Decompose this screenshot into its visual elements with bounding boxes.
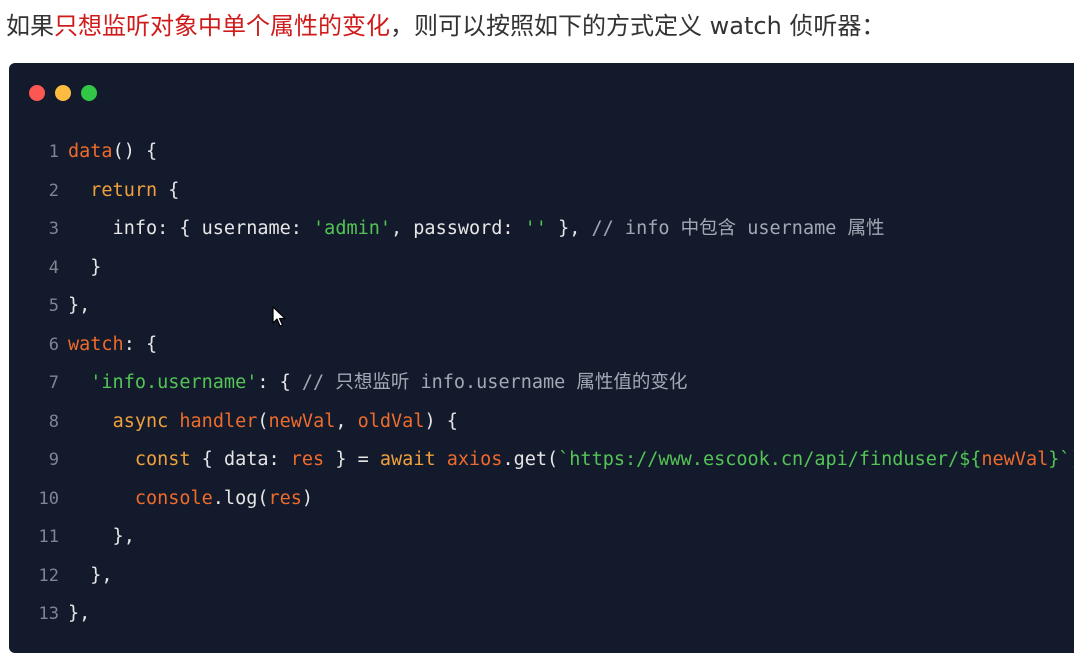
line-number: 6	[48, 334, 59, 355]
line-number: 13	[38, 604, 59, 624]
line-number: 10	[38, 488, 59, 509]
code-line: 8 async handler(newVal, oldVal) {	[9, 403, 1074, 442]
line-number: 5	[48, 296, 59, 316]
code-token: await	[379, 449, 436, 470]
code-line: 3 info: { username: 'admin', password: '…	[9, 210, 1074, 249]
intro-suffix: ，则可以按照如下的方式定义 watch 侦听器：	[390, 12, 886, 40]
line-number: 9	[48, 450, 59, 470]
code-text: const { data: res } = await axios.get(`h…	[68, 449, 1074, 470]
code-token: )	[301, 487, 314, 509]
code-line: 5},	[9, 287, 1074, 326]
code-token: axios	[446, 449, 503, 470]
code-token: newVal	[268, 410, 336, 432]
code-token: } =	[324, 449, 380, 470]
code-token: },	[68, 603, 91, 624]
code-text: info: { username: 'admin', password: '' …	[68, 218, 885, 239]
code-token: handler	[179, 410, 258, 432]
code-token: (	[257, 410, 269, 432]
line-number: 3	[48, 219, 59, 239]
code-line: 7 'info.username': { // 只想监听 info.userna…	[9, 364, 1074, 403]
code-token: ''	[524, 218, 547, 239]
code-token: : {	[123, 333, 158, 355]
code-line: 4 }	[9, 249, 1074, 288]
code-token: { data:	[190, 449, 291, 470]
code-text: },	[68, 526, 135, 547]
maximize-dot-icon	[81, 85, 97, 101]
code-token: },	[68, 564, 113, 586]
line-number: 2	[48, 180, 59, 201]
code-token: },	[68, 526, 135, 547]
code-token: , password:	[391, 218, 525, 239]
close-dot-icon	[29, 85, 45, 101]
code-block: 1 data() {2 return {3 info: { username: '…	[9, 63, 1074, 653]
code-token: info: { username:	[68, 218, 314, 239]
code-lines: 1 data() {2 return {3 info: { username: '…	[9, 133, 1074, 634]
line-number: 4	[48, 257, 59, 278]
line-number: 1	[48, 142, 59, 162]
code-token: )	[1071, 449, 1074, 470]
code-token: oldVal	[357, 410, 425, 432]
line-number: 11	[38, 527, 59, 547]
code-token: ,	[335, 410, 358, 432]
intro-paragraph: 如果只想监听对象中单个属性的变化，则可以按照如下的方式定义 watch 侦听器：	[6, 6, 885, 46]
code-token: // info 中包含 username 属性	[591, 218, 885, 239]
code-token: }	[68, 256, 102, 278]
code-token: watch	[68, 333, 124, 355]
code-text: }	[68, 257, 101, 278]
mouse-pointer-icon	[272, 306, 286, 327]
intro-prefix: 如果	[6, 12, 54, 40]
code-token: res	[290, 449, 325, 470]
code-token: : {	[257, 372, 302, 393]
code-token: }`	[1048, 449, 1071, 470]
code-token: () {	[112, 141, 158, 162]
line-number: 7	[48, 373, 59, 393]
code-line: 11 },	[9, 518, 1074, 557]
code-token: data	[68, 141, 113, 162]
code-token: `https://www.escook.cn/api/finduser/${	[558, 449, 982, 470]
code-line: 1 data() {	[9, 133, 1074, 172]
code-line: 2 return {	[9, 172, 1074, 211]
code-token: // 只想监听 info.username 属性值的变化	[301, 372, 688, 393]
code-text: },	[68, 564, 113, 586]
code-token: },	[68, 295, 91, 316]
code-token: async	[112, 410, 169, 432]
code-token: 'info.username'	[90, 372, 258, 393]
code-text: watch: {	[68, 334, 157, 355]
code-token: 'admin'	[313, 218, 392, 239]
code-line: 13},	[9, 595, 1074, 634]
code-text: console.log(res)	[68, 488, 313, 509]
code-line: 9 const { data: res } = await axios.get(…	[9, 441, 1074, 480]
line-number: 12	[38, 565, 59, 586]
code-token: ) {	[424, 410, 458, 432]
code-token: res	[268, 487, 302, 509]
code-token: return	[90, 179, 158, 201]
code-text: return {	[68, 180, 179, 201]
code-line: 12 },	[9, 557, 1074, 596]
code-text: data() {	[68, 141, 157, 162]
code-token: console	[134, 487, 213, 509]
intro-highlight: 只想监听对象中单个属性的变化	[54, 12, 390, 40]
code-token: .get(	[502, 449, 559, 470]
code-text: async handler(newVal, oldVal) {	[68, 411, 458, 432]
code-text: },	[68, 295, 90, 316]
code-token: newVal	[981, 449, 1049, 470]
code-line: 10 console.log(res)	[9, 480, 1074, 519]
code-text: 'info.username': { // 只想监听 info.username…	[68, 372, 687, 393]
code-token: },	[546, 218, 592, 239]
code-line: 6 watch: {	[9, 326, 1074, 365]
code-text: },	[68, 603, 90, 624]
line-number: 8	[48, 411, 59, 432]
code-token: .log(	[212, 487, 269, 509]
minimize-dot-icon	[55, 85, 71, 101]
code-token: {	[157, 179, 180, 201]
code-token: const	[134, 449, 191, 470]
